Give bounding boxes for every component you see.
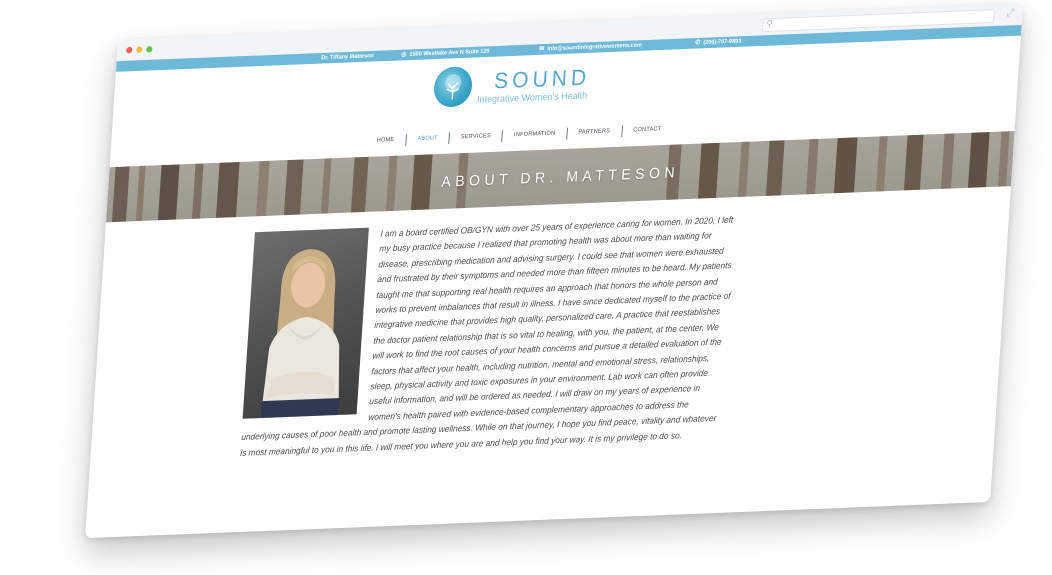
nav-information[interactable]: INFORMATION bbox=[503, 130, 567, 139]
maximize-window-button[interactable] bbox=[146, 46, 153, 53]
doctor-name: Dr. Tiffany Matteson bbox=[321, 53, 374, 62]
expand-icon[interactable]: ⤢ bbox=[1006, 7, 1015, 19]
phone-icon: ✆ bbox=[695, 39, 701, 47]
envelope-icon: ✉ bbox=[539, 46, 545, 53]
about-content: I am a board certified OB/GYN with over … bbox=[240, 212, 737, 460]
browser-window: ⚲ ⤢ Dr. Tiffany Matteson ◎ 1500 Westlake … bbox=[85, 3, 1024, 539]
doctor-portrait-image bbox=[242, 227, 369, 419]
nav-about[interactable]: ABOUT bbox=[406, 135, 449, 143]
page-title: ABOUT DR. MATTESON bbox=[440, 163, 680, 190]
close-window-button[interactable] bbox=[126, 46, 133, 54]
nav-partners[interactable]: PARTNERS bbox=[567, 128, 621, 137]
phone-link[interactable]: ✆ (206)-707-9893 bbox=[695, 36, 742, 48]
screenshot-stage: ⚲ ⤢ Dr. Tiffany Matteson ◎ 1500 Westlake … bbox=[0, 0, 1052, 575]
nav-contact[interactable]: CONTACT bbox=[622, 126, 673, 134]
tree-logo-icon bbox=[432, 65, 474, 108]
address-text: 1500 Westlake Ave N Suite 120 bbox=[409, 48, 490, 58]
nav-services[interactable]: SERVICES bbox=[450, 132, 503, 141]
email-text: info@soundintegrativewomens.com bbox=[547, 42, 643, 53]
minimize-window-button[interactable] bbox=[136, 46, 143, 54]
address-link[interactable]: ◎ 1500 Westlake Ave N Suite 120 bbox=[401, 46, 490, 60]
hero-banner: ABOUT DR. MATTESON bbox=[105, 131, 1015, 223]
site-logo[interactable]: SOUND Integrative Women's Health bbox=[432, 59, 655, 114]
phone-text: (206)-707-9893 bbox=[703, 38, 742, 47]
search-icon: ⚲ bbox=[766, 18, 774, 29]
nav-home[interactable]: HOME bbox=[365, 136, 405, 144]
main-navigation: HOME ABOUT SERVICES INFORMATION PARTNERS… bbox=[365, 120, 696, 148]
location-pin-icon: ◎ bbox=[401, 51, 407, 59]
